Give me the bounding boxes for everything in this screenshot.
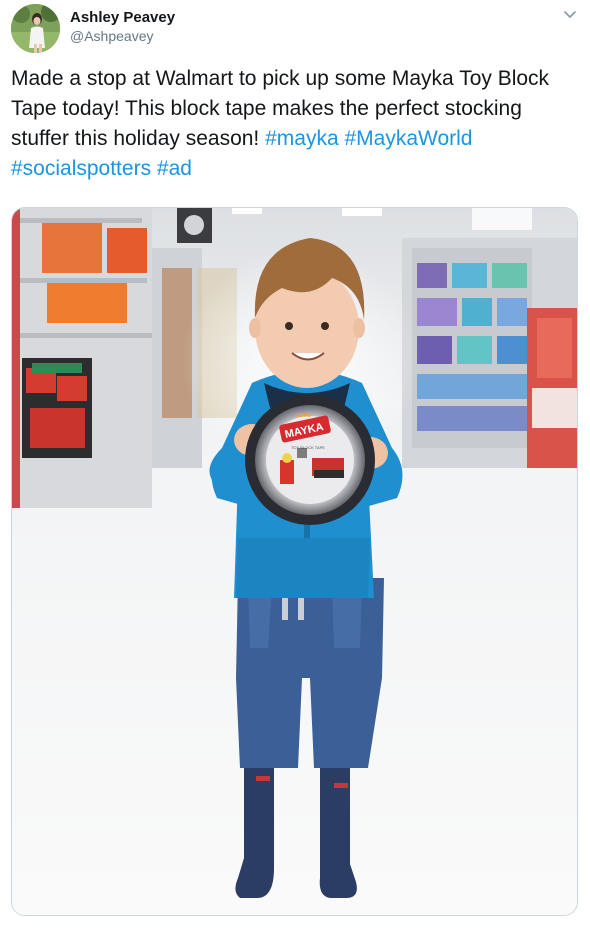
hashtag-link[interactable]: #socialspotters xyxy=(11,157,151,180)
hashtag-link[interactable]: #MaykaWorld xyxy=(344,127,472,150)
hashtag-link[interactable]: #ad xyxy=(157,157,192,180)
hashtag-link[interactable]: #mayka xyxy=(265,127,339,150)
package-maker: ZURU xyxy=(297,413,311,419)
store-aisle-photo: MAYKA TOY BLOCK TAPE ZURU xyxy=(12,208,577,915)
tweet-menu-button[interactable] xyxy=(561,8,579,22)
author-handle[interactable]: @Ashpeavey xyxy=(70,27,175,46)
tweet-text: Made a stop at Walmart to pick up some M… xyxy=(11,64,583,184)
author-display-name[interactable]: Ashley Peavey xyxy=(70,8,175,27)
package-subtitle: TOY BLOCK TAPE xyxy=(291,445,325,450)
author-avatar[interactable] xyxy=(11,4,60,53)
tweet-photo[interactable]: MAYKA TOY BLOCK TAPE ZURU xyxy=(11,207,578,916)
author-block: Ashley Peavey @Ashpeavey xyxy=(70,8,175,46)
chevron-down-icon xyxy=(564,11,576,18)
tweet-card: Ashley Peavey @Ashpeavey Made a stop at … xyxy=(0,0,590,928)
avatar-photo-icon xyxy=(11,4,60,53)
